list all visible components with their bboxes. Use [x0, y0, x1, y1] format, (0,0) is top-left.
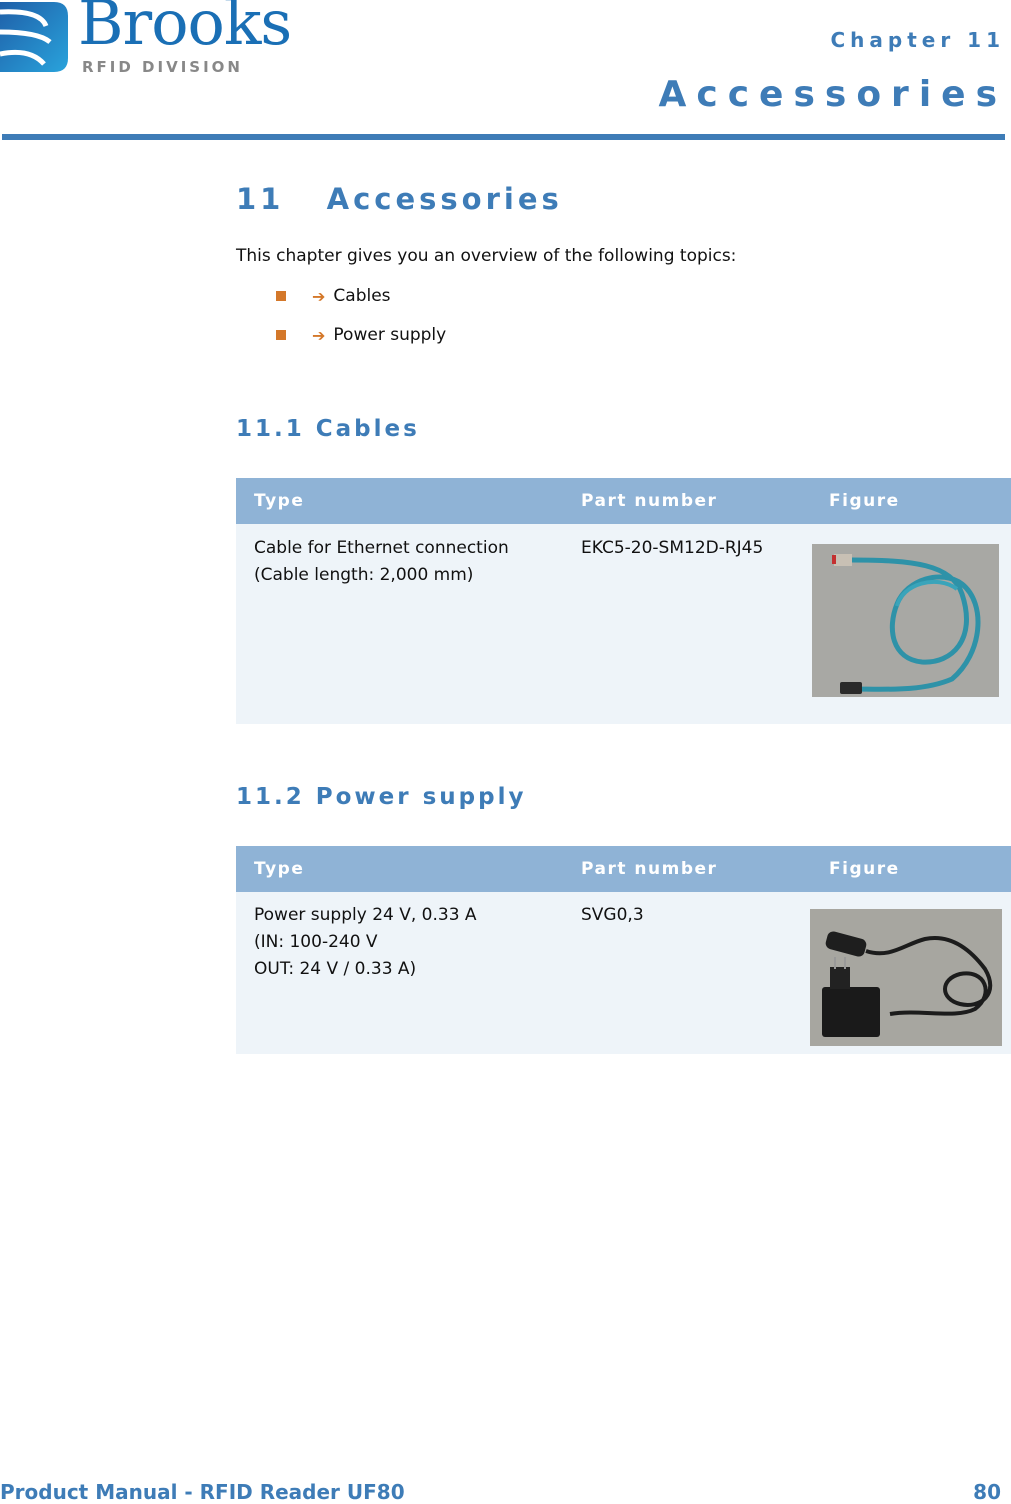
topic-link-cables[interactable]: ➔ Cables [276, 286, 391, 306]
topic-label[interactable]: Cables [333, 286, 390, 306]
table-header: Type Part number Figure [236, 478, 1011, 524]
footer-document-title: Product Manual - RFID Reader UF80 [0, 1480, 405, 1504]
cables-table: Type Part number Figure Cable for Ethern… [236, 478, 1011, 724]
cell-type: Power supply 24 V, 0.33 A (IN: 100-240 V… [254, 905, 477, 979]
topic-link-power-supply[interactable]: ➔ Power supply [276, 325, 446, 345]
table-row: Power supply 24 V, 0.33 A (IN: 100-240 V… [236, 892, 1011, 1054]
power-supply-heading: 11.2 Power supply [236, 784, 527, 810]
brooks-logo: Brooks RFID DIVISION [0, 0, 300, 76]
column-header-type: Type [254, 491, 305, 511]
brooks-logo-icon [0, 2, 68, 72]
column-header-figure: Figure [829, 859, 900, 879]
power-supply-photo [810, 909, 1002, 1046]
logo-subtitle: RFID DIVISION [82, 58, 243, 76]
ethernet-cable-image [812, 544, 999, 697]
column-header-part-number: Part number [581, 491, 718, 511]
section-heading: 11 Accessories [236, 182, 563, 216]
square-bullet-icon [276, 330, 286, 340]
table-header: Type Part number Figure [236, 846, 1011, 892]
arrow-right-icon: ➔ [312, 286, 326, 306]
arrow-right-icon: ➔ [312, 325, 326, 345]
cables-heading: 11.1 Cables [236, 416, 420, 442]
column-header-part-number: Part number [581, 859, 718, 879]
chapter-label: Chapter 11 [830, 28, 1005, 52]
column-header-type: Type [254, 859, 305, 879]
cell-part-number: EKC5-20-SM12D-RJ45 [581, 538, 764, 558]
intro-text: This chapter gives you an overview of th… [236, 246, 737, 266]
power-supply-image [810, 909, 1002, 1046]
square-bullet-icon [276, 291, 286, 301]
power-supply-table: Type Part number Figure Power supply 24 … [236, 846, 1011, 1054]
table-row: Cable for Ethernet connection (Cable len… [236, 524, 1011, 724]
cell-type: Cable for Ethernet connection (Cable len… [254, 538, 509, 585]
chapter-title: Accessories [658, 74, 1007, 115]
cell-part-number: SVG0,3 [581, 905, 644, 925]
header-divider [2, 134, 1005, 140]
topic-label[interactable]: Power supply [333, 325, 446, 345]
column-header-figure: Figure [829, 491, 900, 511]
ethernet-cable-photo [812, 544, 999, 697]
footer-page-number: 80 [973, 1480, 1001, 1504]
logo-wordmark: Brooks [78, 0, 292, 59]
